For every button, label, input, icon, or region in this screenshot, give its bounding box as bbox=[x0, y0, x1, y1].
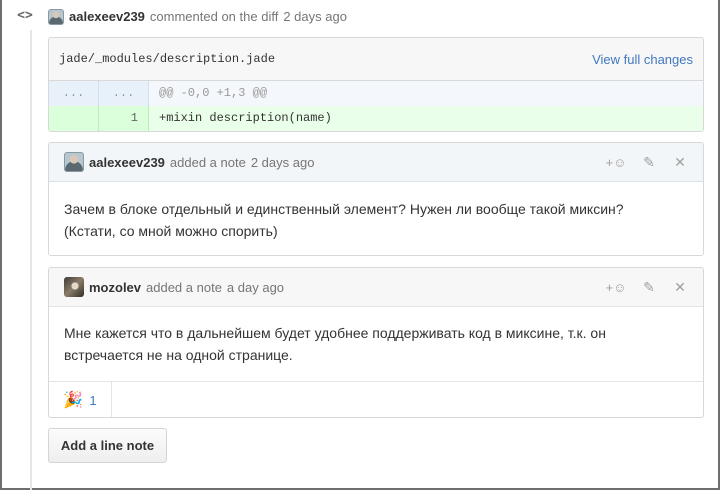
note-header: aalexeev239 added a note 2 days ago +☺ ✎… bbox=[49, 143, 703, 182]
add-line-note-button[interactable]: Add a line note bbox=[48, 428, 167, 463]
added-line-row: 1 +mixin description(name) bbox=[49, 106, 703, 131]
note-comment: aalexeev239 added a note 2 days ago +☺ ✎… bbox=[48, 142, 704, 256]
event-action-text: commented on the diff bbox=[149, 9, 279, 24]
author-link[interactable]: aalexeev239 bbox=[69, 8, 145, 26]
note-action-text: added a note bbox=[146, 279, 222, 295]
timeline-line bbox=[30, 30, 32, 490]
avatar[interactable] bbox=[48, 9, 64, 25]
avatar[interactable] bbox=[64, 152, 84, 172]
timeline-event-header: aalexeev239 commented on the diff 2 days… bbox=[48, 8, 347, 26]
add-reaction-icon[interactable]: +☺ bbox=[601, 280, 631, 295]
note-body-line: встречается не на одной странице. bbox=[64, 347, 293, 363]
note-body-line: Мне кажется что в дальнейшем будет удобн… bbox=[64, 325, 606, 341]
diff-file-box: jade/_modules/description.jade View full… bbox=[48, 37, 704, 132]
added-right-num[interactable]: 1 bbox=[99, 106, 149, 131]
add-reaction-icon[interactable]: +☺ bbox=[601, 155, 631, 170]
file-path: jade/_modules/description.jade bbox=[59, 52, 276, 66]
party-popper-icon: 🎉 bbox=[63, 392, 84, 409]
close-icon[interactable]: ✕ bbox=[667, 279, 693, 296]
avatar[interactable] bbox=[64, 277, 84, 297]
note-comment: mozolev added a note a day ago +☺ ✎ ✕ Мн… bbox=[48, 267, 704, 418]
file-header: jade/_modules/description.jade View full… bbox=[49, 38, 703, 81]
hunk-left-num: ... bbox=[49, 81, 99, 106]
note-header: mozolev added a note a day ago +☺ ✎ ✕ bbox=[49, 268, 703, 307]
note-action-text: added a note bbox=[169, 154, 246, 170]
reaction-button[interactable]: 🎉 1 bbox=[49, 382, 112, 417]
reactions-bar: 🎉 1 bbox=[49, 381, 703, 417]
hunk-text: @@ -0,0 +1,3 @@ bbox=[149, 81, 703, 106]
code-icon: <> bbox=[14, 8, 36, 24]
note-body-line: (Кстати, со мной можно спорить) bbox=[64, 223, 278, 239]
note-body: Мне кажется что в дальнейшем будет удобн… bbox=[49, 307, 703, 381]
note-body: Зачем в блоке отдельный и единственный э… bbox=[49, 182, 703, 242]
pencil-icon[interactable]: ✎ bbox=[636, 154, 662, 171]
note-author[interactable]: mozolev bbox=[89, 280, 141, 295]
hunk-header-row: ... ... @@ -0,0 +1,3 @@ bbox=[49, 81, 703, 106]
reaction-count: 1 bbox=[89, 392, 97, 408]
added-left-num[interactable] bbox=[49, 106, 99, 131]
view-full-changes-link[interactable]: View full changes bbox=[592, 52, 693, 67]
note-time[interactable]: a day ago bbox=[227, 280, 284, 295]
note-body-line: Зачем в блоке отдельный и единственный э… bbox=[64, 201, 624, 217]
added-code: +mixin description(name) bbox=[149, 106, 703, 131]
note-author[interactable]: aalexeev239 bbox=[89, 155, 165, 170]
close-icon[interactable]: ✕ bbox=[667, 154, 693, 171]
pencil-icon[interactable]: ✎ bbox=[636, 279, 662, 296]
hunk-right-num: ... bbox=[99, 81, 149, 106]
event-time[interactable]: 2 days ago bbox=[283, 8, 347, 26]
note-time[interactable]: 2 days ago bbox=[251, 155, 315, 170]
